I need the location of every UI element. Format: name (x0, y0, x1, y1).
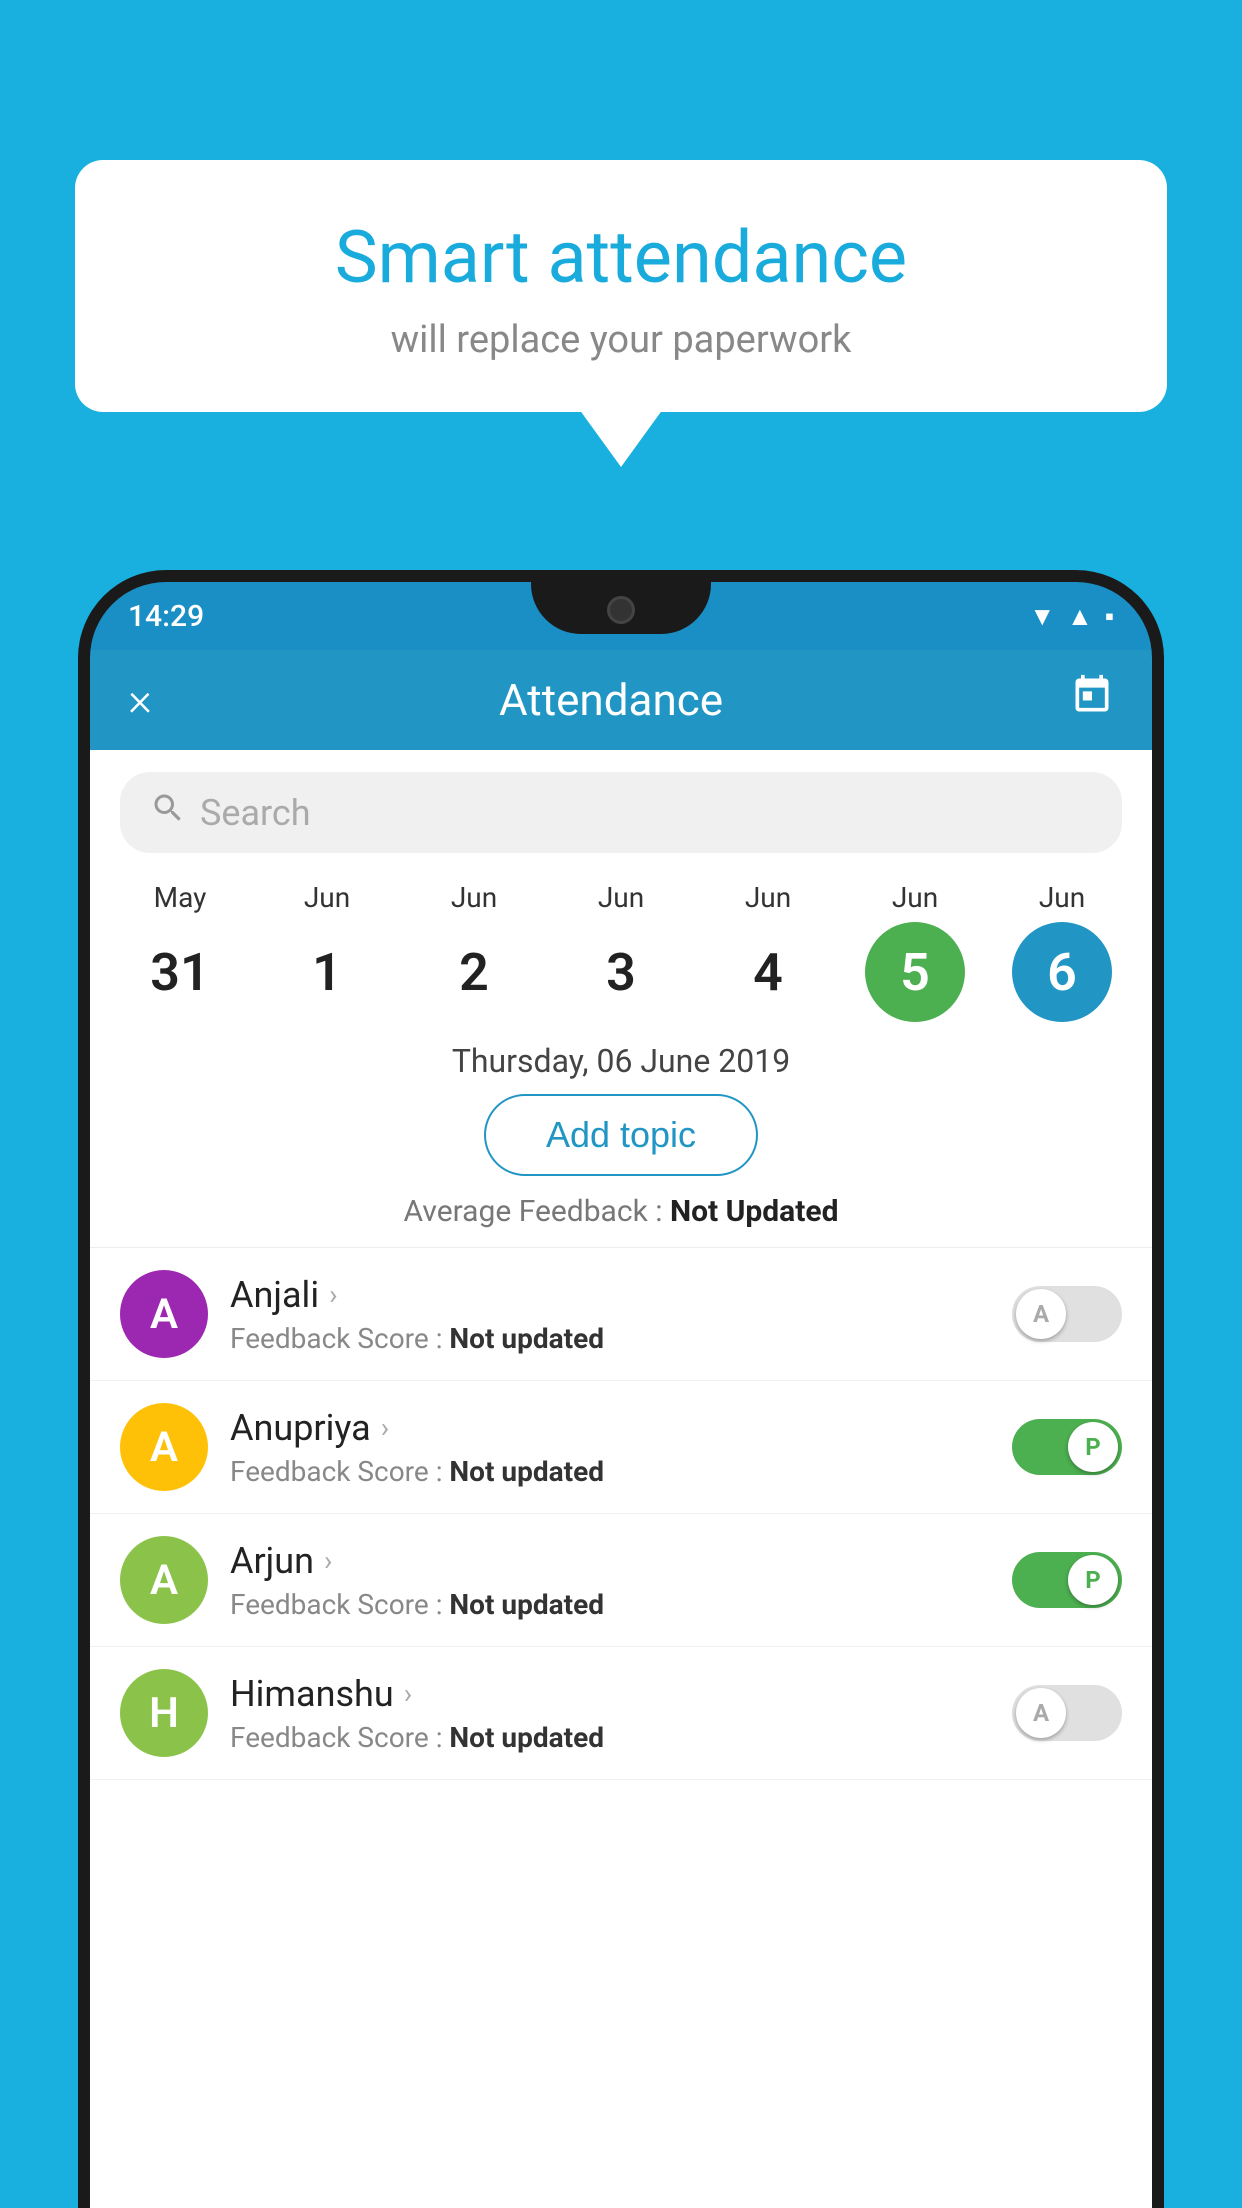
chevron-right-icon: › (324, 1544, 332, 1577)
date-item[interactable]: Jun 4 (708, 881, 828, 1022)
student-item[interactable]: H Himanshu › Feedback Score : Not updated A (90, 1647, 1152, 1780)
student-feedback: Feedback Score : Not updated (230, 1455, 990, 1488)
selected-date-label: Thursday, 06 June 2019 (90, 1022, 1152, 1094)
date-month: May (154, 881, 207, 914)
student-item[interactable]: A Arjun › Feedback Score : Not updated P (90, 1514, 1152, 1647)
student-list: AAnjali ›Feedback Score : Not updatedAAA… (90, 1247, 1152, 1780)
date-month: Jun (1039, 881, 1085, 914)
student-info: Anjali › Feedback Score : Not updated (230, 1274, 990, 1355)
toggle-knob: P (1068, 1422, 1118, 1472)
phone-notch (531, 582, 711, 634)
search-icon (150, 790, 186, 835)
date-number[interactable]: 31 (130, 922, 230, 1022)
student-avatar: A (120, 1270, 208, 1358)
student-info: Arjun › Feedback Score : Not updated (230, 1540, 990, 1621)
student-info: Anupriya › Feedback Score : Not updated (230, 1407, 990, 1488)
phone-frame: 14:29 ▼ ▲ ▪ × Attendance (78, 570, 1164, 2208)
student-item[interactable]: A Anjali › Feedback Score : Not updated A (90, 1248, 1152, 1381)
avg-feedback-value: Not Updated (670, 1194, 839, 1229)
wifi-icon: ▼ (1029, 601, 1055, 632)
app-bar-title: Attendance (499, 674, 723, 726)
date-month: Jun (892, 881, 938, 914)
avg-feedback: Average Feedback : Not Updated (90, 1194, 1152, 1229)
status-icons: ▼ ▲ ▪ (1029, 601, 1114, 632)
battery-icon: ▪ (1105, 601, 1114, 632)
calendar-icon[interactable] (1070, 673, 1114, 727)
date-month: Jun (598, 881, 644, 914)
app-bar: × Attendance (90, 650, 1152, 750)
student-name: Himanshu › (230, 1673, 990, 1715)
add-topic-button[interactable]: Add topic (484, 1094, 758, 1176)
date-number[interactable]: 6 (1012, 922, 1112, 1022)
toggle-container[interactable]: P (1012, 1419, 1122, 1475)
date-item[interactable]: Jun 3 (561, 881, 681, 1022)
close-button[interactable]: × (128, 673, 152, 727)
avg-feedback-prefix: Average Feedback : (404, 1194, 670, 1229)
date-month: Jun (304, 881, 350, 914)
status-time: 14:29 (128, 599, 204, 634)
attendance-toggle[interactable]: A (1012, 1286, 1122, 1342)
date-item[interactable]: Jun 1 (267, 881, 387, 1022)
date-number[interactable]: 4 (718, 922, 818, 1022)
speech-bubble-title: Smart attendance (135, 215, 1107, 300)
toggle-container[interactable]: A (1012, 1685, 1122, 1741)
speech-bubble: Smart attendance will replace your paper… (75, 160, 1167, 412)
student-avatar: H (120, 1669, 208, 1757)
date-item[interactable]: Jun 6 (1002, 881, 1122, 1022)
search-placeholder: Search (200, 792, 311, 834)
student-name: Anupriya › (230, 1407, 990, 1449)
speech-bubble-subtitle: will replace your paperwork (135, 318, 1107, 362)
student-feedback: Feedback Score : Not updated (230, 1721, 990, 1754)
chevron-right-icon: › (381, 1411, 389, 1444)
phone-inner: 14:29 ▼ ▲ ▪ × Attendance (90, 582, 1152, 2208)
toggle-knob: P (1068, 1555, 1118, 1605)
toggle-knob: A (1016, 1289, 1066, 1339)
date-number[interactable]: 2 (424, 922, 524, 1022)
date-item[interactable]: Jun 5 (855, 881, 975, 1022)
student-avatar: A (120, 1403, 208, 1491)
student-avatar: A (120, 1536, 208, 1624)
date-strip: May 31 Jun 1 Jun 2 Jun 3 Jun 4 Jun 5 Jun 6 (90, 871, 1152, 1022)
student-info: Himanshu › Feedback Score : Not updated (230, 1673, 990, 1754)
attendance-toggle[interactable]: P (1012, 1552, 1122, 1608)
date-number[interactable]: 5 (865, 922, 965, 1022)
student-feedback: Feedback Score : Not updated (230, 1588, 990, 1621)
student-name: Arjun › (230, 1540, 990, 1582)
student-name: Anjali › (230, 1274, 990, 1316)
date-number[interactable]: 1 (277, 922, 377, 1022)
screen-content: Search May 31 Jun 1 Jun 2 Jun 3 Jun 4 Jun 5 Jun 6 Thu… (90, 750, 1152, 2208)
front-camera (607, 596, 635, 624)
date-item[interactable]: Jun 2 (414, 881, 534, 1022)
date-number[interactable]: 3 (571, 922, 671, 1022)
date-item[interactable]: May 31 (120, 881, 240, 1022)
student-feedback: Feedback Score : Not updated (230, 1322, 990, 1355)
toggle-container[interactable]: P (1012, 1552, 1122, 1608)
date-month: Jun (451, 881, 497, 914)
search-bar[interactable]: Search (120, 772, 1122, 853)
student-item[interactable]: A Anupriya › Feedback Score : Not updated P (90, 1381, 1152, 1514)
signal-icon: ▲ (1067, 601, 1093, 632)
chevron-right-icon: › (404, 1677, 412, 1710)
date-month: Jun (745, 881, 791, 914)
attendance-toggle[interactable]: A (1012, 1685, 1122, 1741)
chevron-right-icon: › (329, 1278, 337, 1311)
toggle-knob: A (1016, 1688, 1066, 1738)
toggle-container[interactable]: A (1012, 1286, 1122, 1342)
attendance-toggle[interactable]: P (1012, 1419, 1122, 1475)
